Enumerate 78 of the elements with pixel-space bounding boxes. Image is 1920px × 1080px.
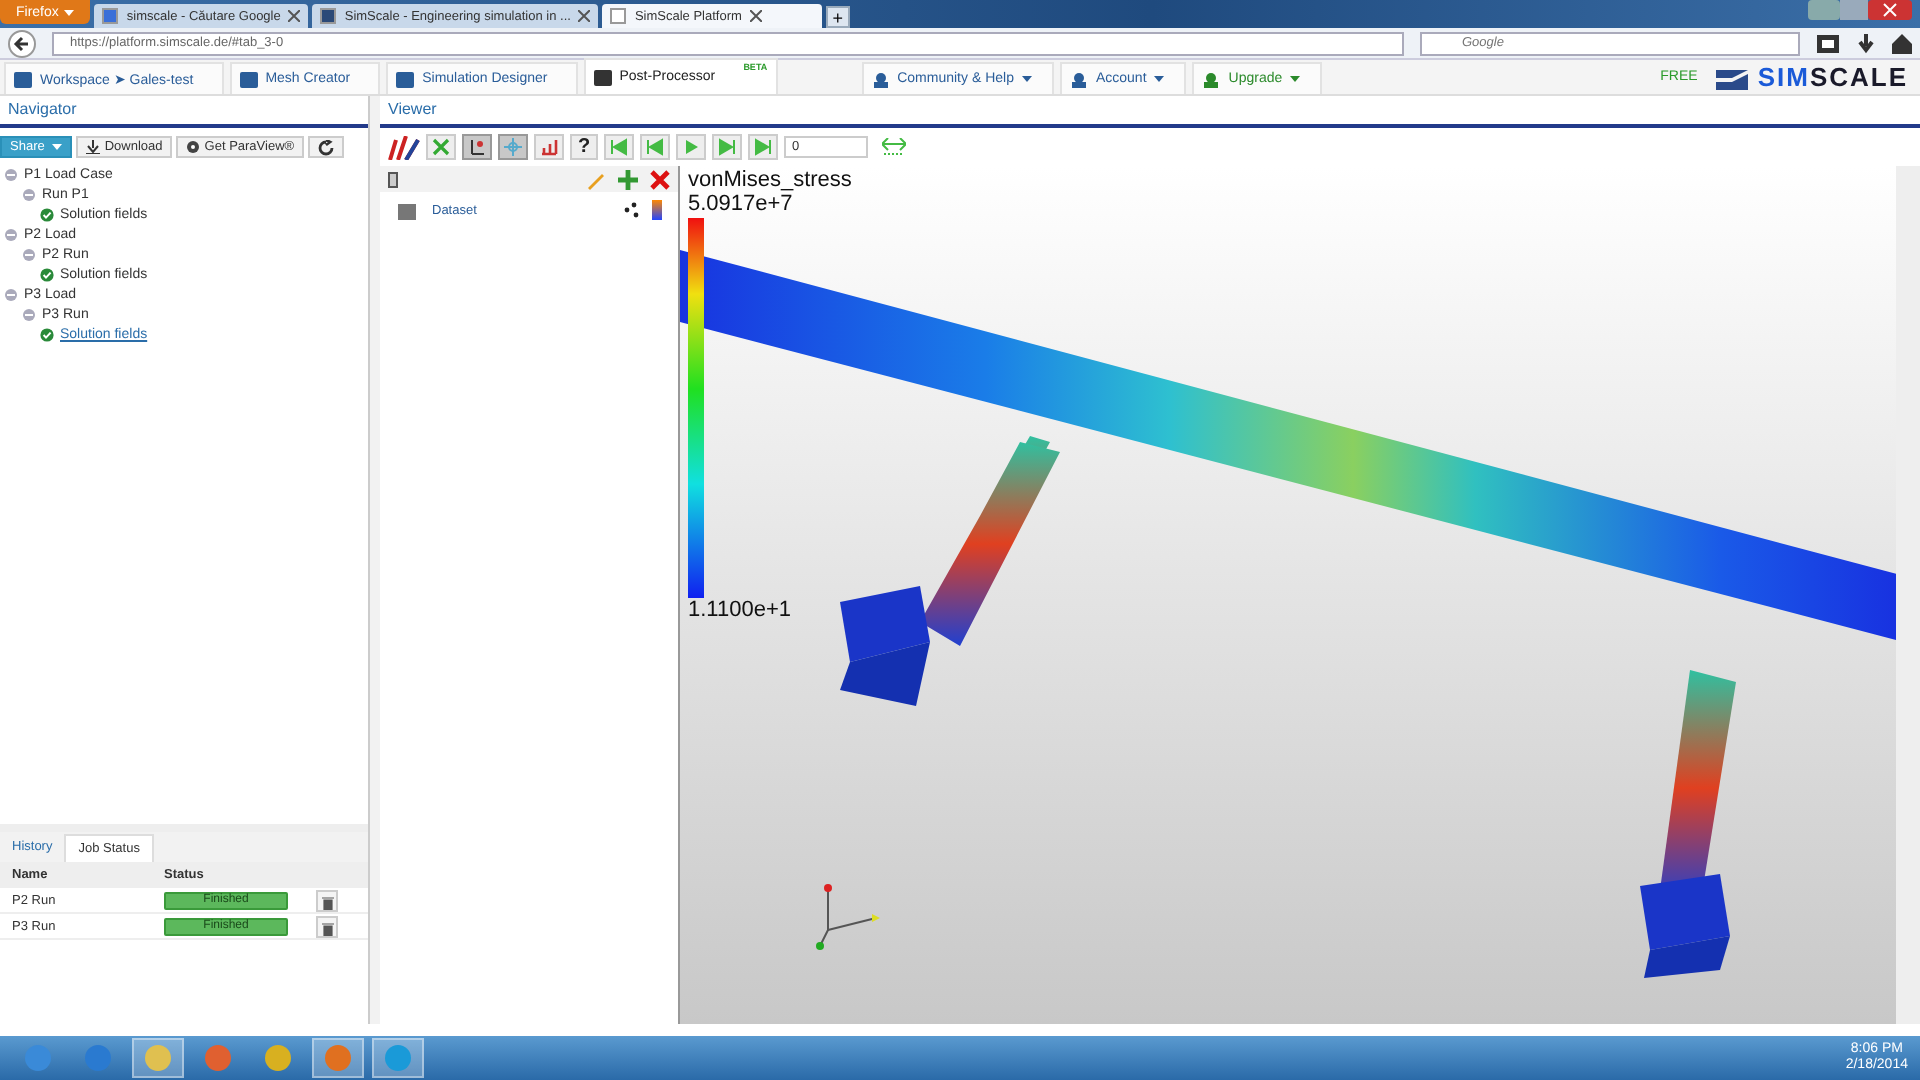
range-icon[interactable] bbox=[882, 138, 906, 156]
app-icon bbox=[324, 1044, 352, 1072]
delete-button[interactable] bbox=[316, 889, 338, 911]
playback-button[interactable] bbox=[640, 134, 670, 160]
tab-icon bbox=[593, 69, 612, 85]
delete-icon[interactable] bbox=[650, 169, 670, 189]
refresh-icon bbox=[318, 139, 335, 155]
taskbar-button[interactable] bbox=[312, 1038, 364, 1078]
taskbar-button[interactable] bbox=[132, 1038, 184, 1078]
tab-icon bbox=[239, 71, 258, 87]
axes-icon bbox=[468, 138, 486, 156]
caret-icon bbox=[52, 144, 63, 150]
caret-icon bbox=[64, 9, 75, 15]
status-check-icon bbox=[40, 327, 54, 341]
page-icon bbox=[320, 8, 337, 24]
color-map-icon[interactable] bbox=[652, 200, 662, 220]
previous-frame-icon bbox=[646, 138, 664, 156]
close-icon[interactable] bbox=[578, 10, 591, 22]
collapse-icon[interactable] bbox=[22, 247, 36, 261]
legend-title: vonMises_stress bbox=[688, 170, 852, 192]
tab-icon bbox=[14, 71, 32, 87]
app-icon bbox=[204, 1044, 232, 1072]
new-tab-button[interactable]: + bbox=[825, 6, 850, 28]
delete-button[interactable] bbox=[316, 915, 338, 937]
points-icon[interactable] bbox=[624, 202, 640, 218]
crosshair-icon bbox=[504, 138, 522, 156]
caret-icon bbox=[1021, 76, 1032, 82]
bar-chart-icon bbox=[540, 138, 558, 156]
view-tool-button[interactable] bbox=[462, 134, 492, 160]
home-icon[interactable] bbox=[1892, 33, 1912, 53]
collapse-icon[interactable] bbox=[4, 287, 18, 301]
window-controls-icon[interactable] bbox=[1808, 0, 1912, 20]
collapse-icon[interactable] bbox=[4, 167, 18, 181]
next-frame-icon bbox=[718, 138, 736, 156]
page-icon bbox=[102, 8, 119, 24]
trash-icon bbox=[322, 921, 334, 935]
collapse-icon[interactable] bbox=[4, 227, 18, 241]
panel-title: Navigator bbox=[0, 96, 368, 128]
paraview-logo-icon bbox=[388, 135, 420, 159]
app-icon bbox=[384, 1044, 412, 1072]
logo-text: SIMSCALE bbox=[1757, 63, 1908, 91]
pencil-icon[interactable] bbox=[586, 169, 606, 189]
app-icon bbox=[84, 1044, 112, 1072]
status-check-icon bbox=[40, 207, 54, 221]
logo-icon bbox=[1715, 65, 1748, 89]
playback-button[interactable] bbox=[676, 134, 706, 160]
last-frame-icon bbox=[754, 138, 772, 156]
status-check-icon bbox=[40, 267, 54, 281]
playback-button[interactable] bbox=[604, 134, 634, 160]
add-icon[interactable] bbox=[618, 169, 638, 189]
tab-icon bbox=[396, 71, 415, 87]
panel-title: Viewer bbox=[380, 96, 1920, 128]
taskbar-button[interactable] bbox=[372, 1038, 424, 1078]
back-icon[interactable] bbox=[8, 29, 36, 57]
close-icon[interactable] bbox=[749, 10, 762, 22]
first-frame-icon bbox=[610, 138, 628, 156]
collapse-icon[interactable] bbox=[22, 307, 36, 321]
collapse-icon[interactable] bbox=[22, 187, 36, 201]
refresh-button[interactable] bbox=[308, 136, 345, 158]
expand-icon bbox=[432, 138, 450, 156]
page-icon bbox=[610, 8, 627, 24]
bookmarks-icon[interactable] bbox=[1816, 33, 1840, 53]
view-tool-button[interactable] bbox=[534, 134, 564, 160]
caret-icon bbox=[1154, 76, 1165, 82]
dataset-icon bbox=[396, 201, 420, 219]
playback-button[interactable] bbox=[748, 134, 778, 160]
download-icon bbox=[86, 140, 101, 154]
legend-max: 5.0917e+7 bbox=[688, 194, 795, 216]
app-icon bbox=[264, 1044, 292, 1072]
trash-icon bbox=[322, 895, 334, 909]
close-icon[interactable] bbox=[288, 10, 301, 22]
device-icon[interactable] bbox=[388, 171, 398, 187]
legend-min: 1.1100e+1 bbox=[688, 600, 793, 622]
view-tool-button[interactable]: ? bbox=[570, 134, 598, 160]
caret-icon bbox=[1290, 76, 1301, 82]
play-icon bbox=[682, 138, 700, 156]
download-icon[interactable] bbox=[1856, 33, 1876, 53]
playback-button[interactable] bbox=[712, 134, 742, 160]
